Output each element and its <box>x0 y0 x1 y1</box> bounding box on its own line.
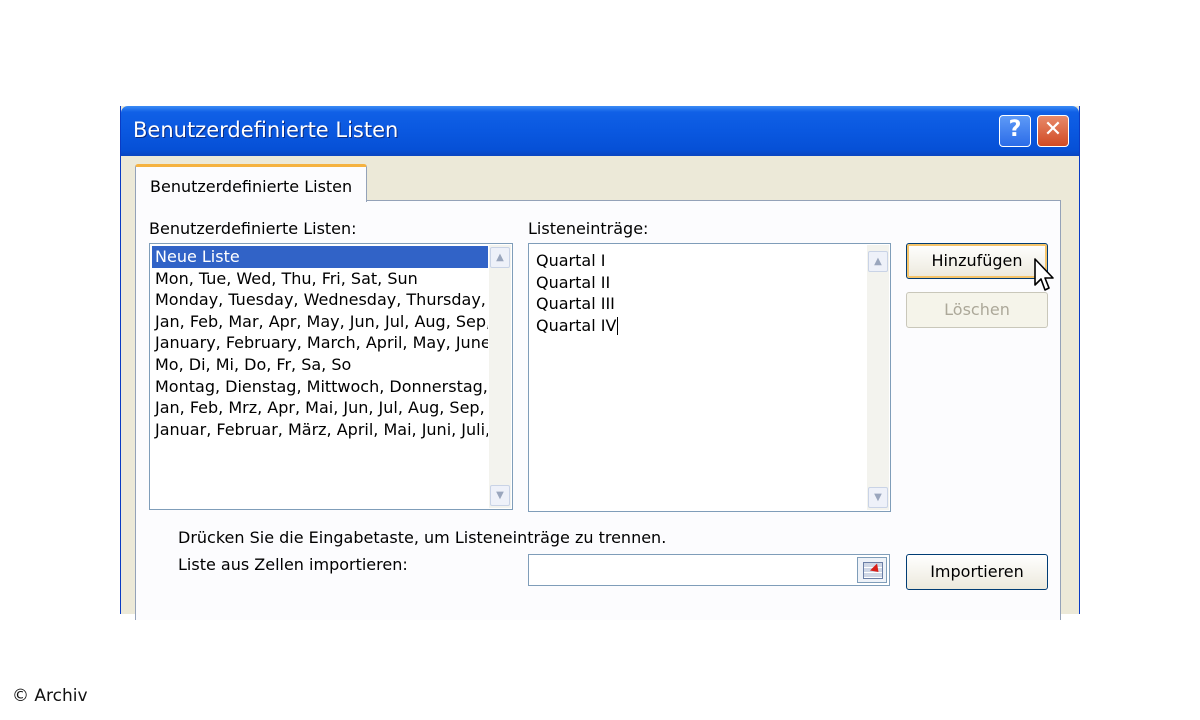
delete-button[interactable]: Löschen <box>906 292 1048 328</box>
list-entry: Quartal IV <box>533 315 866 337</box>
entries-label: Listeneinträge: <box>528 219 649 238</box>
list-entry-text: Quartal IV <box>536 315 617 335</box>
close-button[interactable]: ✕ <box>1037 115 1069 147</box>
list-entry-text: Quartal II <box>536 272 611 292</box>
list-entry: Quartal III <box>533 293 866 315</box>
list-item[interactable]: Jan, Feb, Mar, Apr, May, Jun, Jul, Aug, … <box>152 311 488 333</box>
list-item[interactable]: Jan, Feb, Mrz, Apr, Mai, Jun, Jul, Aug, … <box>152 397 488 419</box>
list-entry-text: Quartal III <box>536 294 615 314</box>
import-button[interactable]: Importieren <box>906 554 1048 590</box>
list-entry-text: Quartal I <box>536 251 606 270</box>
entries-scrollbar[interactable]: ▲ ▼ <box>867 245 889 510</box>
list-entry: Quartal II <box>533 272 866 294</box>
tab-benutzerdefinierte-listen[interactable]: Benutzerdefinierte Listen <box>135 164 367 202</box>
lists-label: Benutzerdefinierte Listen: <box>149 219 357 238</box>
scroll-up-icon[interactable]: ▲ <box>490 247 510 268</box>
hint-text: Drücken Sie die Eingabetaste, um Listene… <box>178 528 667 547</box>
import-label: Liste aus Zellen importieren: <box>178 555 408 574</box>
list-item[interactable]: January, February, March, April, May, Ju… <box>152 332 488 354</box>
list-entries-textbox[interactable]: Quartal I Quartal II Quartal III Quartal IV… <box>528 243 891 512</box>
list-item[interactable]: Monday, Tuesday, Wednesday, Thursday, Fr… <box>152 289 488 311</box>
custom-lists-rows: Neue Liste Mon, Tue, Wed, Thu, Fri, Sat, … <box>152 246 488 440</box>
delete-button-label: Löschen <box>944 300 1010 319</box>
copyright-credit: © Archiv <box>12 686 88 706</box>
list-item[interactable]: Mon, Tue, Wed, Thu, Fri, Sat, Sun <box>152 268 488 290</box>
list-item[interactable]: Januar, Februar, März, April, Mai, Juni,… <box>152 419 488 441</box>
collapse-dialog-button[interactable] <box>857 557 887 583</box>
list-item[interactable]: Mo, Di, Mi, Do, Fr, Sa, So <box>152 354 488 376</box>
add-button-label: Hinzufügen <box>931 251 1023 270</box>
list-item[interactable]: Montag, Dienstag, Mittwoch, Donnerstag, … <box>152 376 488 398</box>
list-entries-rows: Quartal I Quartal II Quartal III Quartal IV <box>533 250 866 336</box>
import-button-label: Importieren <box>930 562 1024 581</box>
import-range-input[interactable] <box>528 554 890 586</box>
window-title: Benutzerdefinierte Listen <box>133 118 399 142</box>
list-entry: Quartal I <box>533 250 866 272</box>
mouse-cursor-icon <box>1034 258 1054 291</box>
scroll-up-icon[interactable]: ▲ <box>868 251 888 272</box>
tab-label: Benutzerdefinierte Listen <box>150 177 353 196</box>
title-bar[interactable]: Benutzerdefinierte Listen ? ✕ <box>121 106 1079 156</box>
custom-lists-listbox[interactable]: Neue Liste Mon, Tue, Wed, Thu, Fri, Sat, … <box>149 243 513 510</box>
list-item[interactable]: Neue Liste <box>152 246 488 268</box>
help-button[interactable]: ? <box>999 115 1031 147</box>
text-caret <box>617 317 619 336</box>
scroll-down-icon[interactable]: ▼ <box>490 485 510 506</box>
add-button[interactable]: Hinzufügen <box>906 243 1048 279</box>
lists-scrollbar[interactable]: ▲ ▼ <box>489 245 511 508</box>
scroll-down-icon[interactable]: ▼ <box>868 487 888 508</box>
